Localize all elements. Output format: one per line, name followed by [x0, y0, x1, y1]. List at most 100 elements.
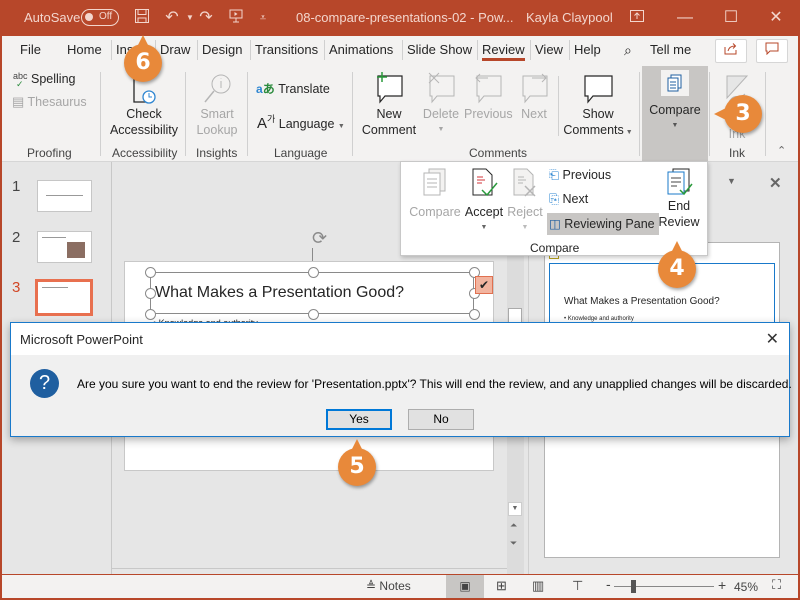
next-change-button[interactable]: ⎘ Next — [549, 192, 588, 207]
smart-lookup-icon — [204, 74, 231, 103]
autosave-toggle[interactable]: Off — [81, 9, 119, 26]
previous-comment-button[interactable]: Previous — [464, 72, 513, 122]
slideshow-view-icon[interactable]: ⊤ — [572, 578, 583, 594]
customize-qat-icon[interactable]: ⩡ — [253, 8, 273, 28]
notes-button[interactable]: ≜ Notes — [366, 579, 411, 593]
tab-help[interactable]: Help — [569, 40, 601, 60]
user-name[interactable]: Kayla Claypool — [526, 10, 613, 25]
tab-home[interactable]: Home — [67, 42, 102, 57]
new-comment-icon — [377, 72, 403, 104]
tell-me-input[interactable]: Tell me — [650, 42, 691, 57]
accept-button[interactable]: Accept ▼ — [463, 168, 505, 236]
next-change-icon: ⎘ — [549, 192, 560, 206]
thumbnail-number: 1 — [12, 178, 21, 195]
spelling-button[interactable]: abc ✓ Spelling — [13, 71, 75, 89]
chevron-down-icon: ▼ — [337, 123, 345, 130]
language-icon: A가 — [257, 114, 276, 132]
tab-view[interactable]: View — [530, 40, 563, 60]
maximize-icon[interactable]: ☐ — [721, 8, 741, 28]
zoom-in-button[interactable]: + — [718, 577, 726, 593]
tab-design[interactable]: Design — [196, 40, 242, 60]
tab-animations[interactable]: Animations — [323, 40, 393, 60]
save-icon[interactable] — [132, 8, 152, 28]
step-callout-6: 6 — [124, 35, 162, 82]
autosave-label: AutoSave — [24, 10, 81, 25]
fit-to-window-icon[interactable]: ⛶ — [772, 577, 781, 593]
comments-button[interactable] — [756, 39, 788, 63]
reject-icon — [513, 168, 536, 197]
zoom-slider[interactable] — [614, 586, 714, 587]
redo-icon[interactable]: ↷ — [196, 8, 216, 28]
close-pane-icon[interactable]: ✕ — [769, 174, 782, 192]
share-button[interactable] — [715, 39, 747, 63]
step-callout-4: 4 — [658, 241, 696, 288]
previous-slide-icon[interactable]: ⏶ — [510, 520, 517, 531]
scroll-down-icon[interactable]: ▼ — [508, 502, 522, 516]
show-comments-button[interactable]: Show Comments ▼ — [562, 72, 634, 141]
compare-button[interactable]: Compare ▼ — [642, 66, 708, 162]
reading-view-icon[interactable]: ▥ — [532, 578, 544, 594]
tab-transitions[interactable]: Transitions — [249, 40, 318, 60]
dialog-close-icon[interactable]: ✕ — [766, 329, 779, 349]
compare-files-button[interactable]: Compare — [409, 168, 461, 220]
group-label-ink: Ink — [729, 146, 746, 160]
tab-review[interactable]: Review — [477, 40, 525, 61]
tab-slide-show[interactable]: Slide Show — [401, 40, 472, 60]
slide-title[interactable]: What Makes a Presentation Good? — [155, 284, 404, 302]
translate-button[interactable]: aあ Translate — [256, 80, 330, 97]
accept-icon — [472, 168, 498, 197]
status-bar: ≜ Notes ▣ ⊞ ▥ ⊤ - + 45% ⛶ — [2, 575, 798, 598]
next-slide-icon[interactable]: ⏷ — [510, 538, 517, 549]
delete-comment-icon — [428, 72, 455, 104]
rotate-handle-icon[interactable]: ⟳ — [312, 228, 327, 249]
question-icon: ? — [30, 369, 59, 398]
collapse-ribbon-icon[interactable]: ⌃ — [777, 144, 786, 157]
search-icon[interactable]: ⌕ — [624, 42, 632, 59]
previous-change-button[interactable]: ⎗ Previous — [549, 168, 611, 183]
step-callout-5: 5 — [338, 439, 376, 486]
slide-thumbnail-1[interactable] — [37, 180, 92, 212]
reviewing-pane-button[interactable]: ◫ Reviewing Pane — [547, 213, 659, 235]
slide-thumbnail-2[interactable] — [37, 231, 92, 263]
slide-thumbnail-3[interactable] — [35, 279, 93, 316]
yes-button[interactable]: Yes — [326, 409, 392, 430]
zoom-level[interactable]: 45% — [734, 580, 758, 594]
thumbnail-number: 2 — [12, 229, 21, 246]
close-window-icon[interactable]: ✕ — [766, 8, 786, 28]
next-comment-icon — [522, 73, 548, 104]
compare-group-label: Compare — [530, 241, 580, 255]
end-review-button[interactable]: End Review — [657, 168, 701, 230]
normal-view-button[interactable]: ▣ — [446, 575, 484, 598]
reject-button[interactable]: Reject ▼ — [507, 168, 543, 236]
new-comment-button[interactable]: New Comment — [360, 72, 418, 138]
chevron-down-icon: ▼ — [437, 126, 445, 133]
thesaurus-button[interactable]: ▤ Thesaurus — [12, 94, 87, 110]
chevron-down-icon: ▼ — [480, 224, 488, 231]
zoom-out-button[interactable]: - — [606, 576, 611, 592]
next-comment-button[interactable]: Next — [514, 72, 554, 122]
start-slideshow-icon[interactable] — [226, 8, 246, 28]
compare-dropdown: Compare Accept ▼ Reject ▼ ⎗ Previous ⎘ N… — [400, 161, 708, 256]
zoom-slider-thumb[interactable] — [631, 580, 637, 593]
previous-change-icon: ⎗ — [549, 168, 560, 182]
group-label-language: Language — [274, 146, 328, 160]
pane-options-icon[interactable]: ▼ — [727, 176, 736, 186]
no-button[interactable]: No — [408, 409, 474, 430]
tab-file[interactable]: File — [20, 42, 41, 57]
step-callout-3: 3 — [714, 95, 762, 133]
slide-sorter-view-icon[interactable]: ⊞ — [496, 578, 507, 594]
language-button[interactable]: A가 Language ▼ — [257, 112, 345, 132]
group-label-proofing: Proofing — [27, 146, 72, 160]
dialog-message: Are you sure you want to end the review … — [77, 377, 792, 391]
smart-lookup-button[interactable]: Smart Lookup — [192, 72, 242, 138]
group-label-insights: Insights — [196, 146, 238, 160]
tab-draw[interactable]: Draw — [154, 40, 190, 60]
undo-icon[interactable]: ↶ — [162, 8, 182, 28]
minimize-icon[interactable]: — — [675, 8, 695, 28]
revision-marker-icon[interactable]: ✔ — [475, 276, 493, 294]
show-comments-icon — [584, 75, 613, 104]
ribbon-tabs: File Home Insert Draw Design Transitions… — [2, 36, 798, 64]
notes-icon: ≜ — [366, 579, 377, 593]
ribbon-display-icon[interactable] — [627, 8, 647, 28]
delete-comment-button[interactable]: Delete ▼ — [420, 72, 462, 138]
